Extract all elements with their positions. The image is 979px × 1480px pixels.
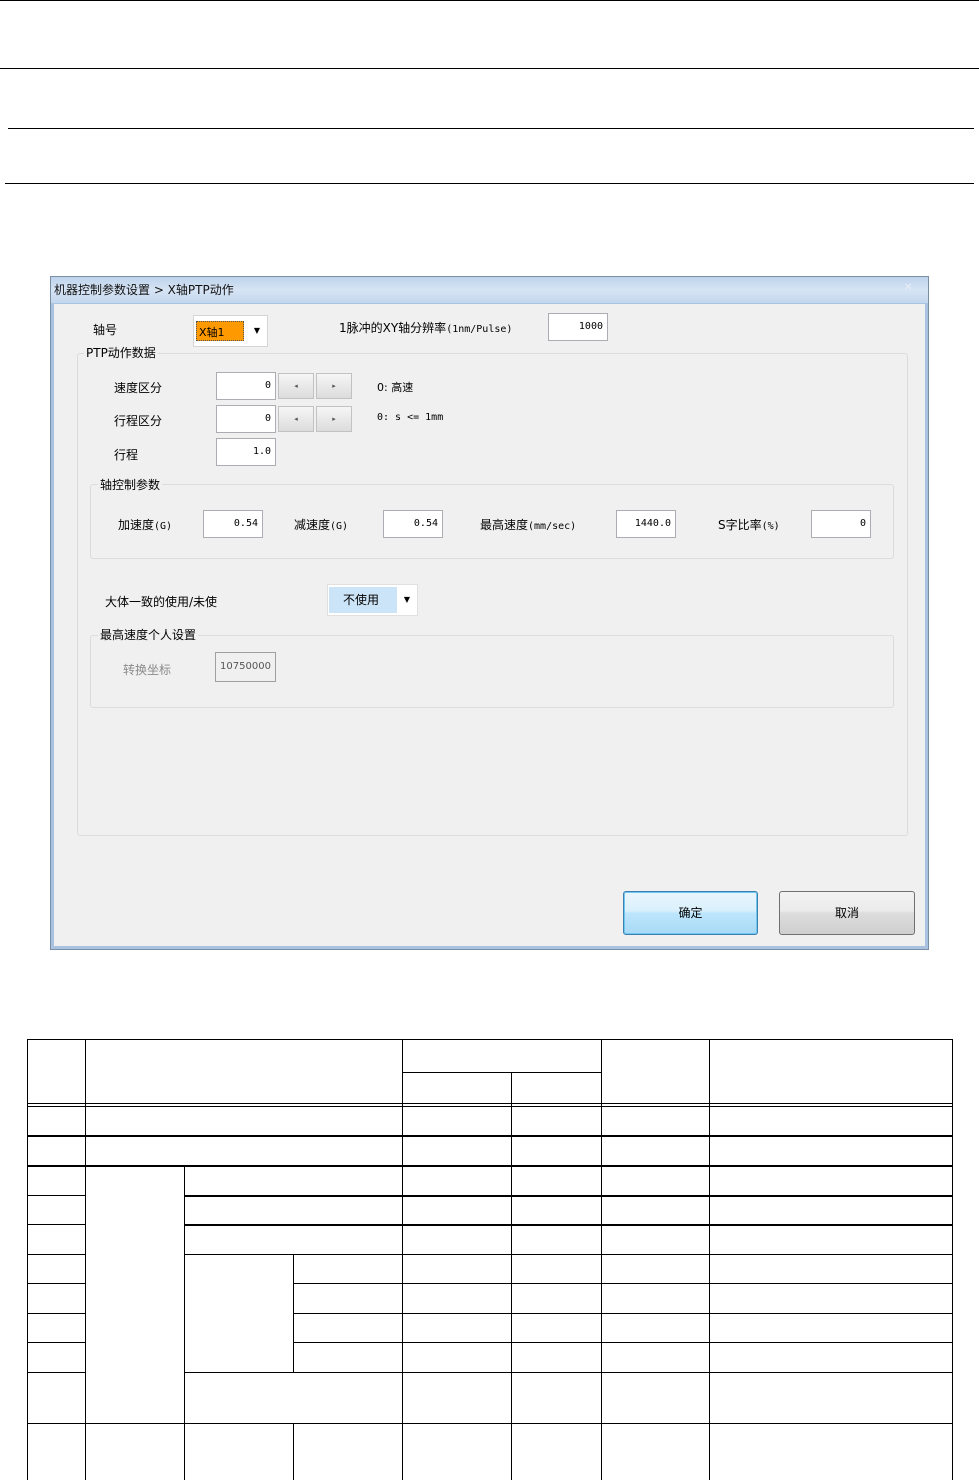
table-row-sep bbox=[293, 1342, 953, 1343]
stroke-class-decrement-button[interactable]: ◂ bbox=[278, 406, 314, 432]
resolution-label-text: 1脉冲的XY轴分辨率 bbox=[339, 321, 447, 335]
speed-class-increment-button[interactable]: ▸ bbox=[316, 373, 352, 399]
table-row-sep bbox=[27, 1254, 85, 1255]
ptp-group-title: PTP动作数据 bbox=[84, 344, 158, 361]
stroke-class-increment-button[interactable]: ▸ bbox=[316, 406, 352, 432]
rule-4 bbox=[5, 183, 974, 184]
table-row-sep bbox=[27, 1195, 85, 1196]
consistency-selected: 不使用 bbox=[329, 587, 397, 613]
speed-class-label: 速度区分 bbox=[114, 381, 163, 395]
table-row-sep bbox=[27, 1165, 953, 1167]
table-row-sep bbox=[184, 1372, 953, 1373]
ptp-settings-dialog: 机器控制参数设置 > X轴PTP动作 ✕ 轴号 X轴1 ▼ 1脉冲的XY轴分辨率… bbox=[50, 276, 929, 950]
cancel-button[interactable]: 取消 bbox=[779, 891, 915, 935]
axis-combo[interactable]: X轴1 ▼ bbox=[193, 315, 268, 347]
max-speed-label-text: 最高速度 bbox=[480, 518, 529, 532]
decel-input[interactable]: 0.54 bbox=[383, 510, 443, 538]
table-row-sep bbox=[184, 1224, 953, 1226]
stroke-class-label: 行程区分 bbox=[114, 414, 163, 428]
table-border-top bbox=[27, 1039, 953, 1040]
table-header-sep bbox=[27, 1106, 953, 1107]
table-header-sep bbox=[27, 1103, 953, 1104]
table-row-sep bbox=[293, 1283, 953, 1284]
max-speed-input[interactable]: 1440.0 bbox=[616, 510, 676, 538]
max-speed-individual-title: 最高速度个人设置 bbox=[98, 626, 199, 643]
stroke-class-note: 0: s <= 1mm bbox=[377, 412, 444, 423]
max-speed-label: 最高速度(mm/sec) bbox=[480, 516, 576, 533]
table-col-sep bbox=[184, 1165, 185, 1480]
table-row-sep bbox=[402, 1072, 602, 1073]
accel-unit: (G) bbox=[154, 521, 173, 532]
stroke-label: 行程 bbox=[114, 448, 139, 462]
close-icon[interactable]: ✕ bbox=[904, 282, 918, 294]
speed-class-note: 0: 高速 bbox=[377, 381, 414, 394]
stroke-input[interactable]: 1.0 bbox=[216, 438, 276, 466]
decel-label-text: 减速度 bbox=[294, 518, 331, 532]
table-col-sep bbox=[511, 1072, 512, 1480]
resolution-input[interactable]: 1000 bbox=[548, 313, 608, 341]
s-ratio-label-text: S字比率 bbox=[718, 518, 762, 532]
axis-control-title: 轴控制参数 bbox=[98, 476, 163, 493]
speed-class-decrement-button[interactable]: ◂ bbox=[278, 373, 314, 399]
dialog-client: 轴号 X轴1 ▼ 1脉冲的XY轴分辨率(1nm/Pulse) 1000 PTP动… bbox=[54, 304, 925, 946]
chevron-down-icon[interactable]: ▼ bbox=[401, 585, 413, 615]
resolution-unit: (1nm/Pulse) bbox=[446, 324, 513, 335]
rule-3 bbox=[8, 128, 974, 129]
max-speed-individual-group bbox=[90, 635, 894, 708]
table-col-sep bbox=[293, 1424, 294, 1480]
axis-label: 轴号 bbox=[93, 323, 118, 337]
table-row-sep bbox=[27, 1313, 85, 1314]
s-ratio-unit: (%) bbox=[761, 521, 780, 532]
consistency-label: 大体一致的使用/未使 bbox=[105, 595, 218, 609]
table-row-sep bbox=[293, 1313, 953, 1314]
table-row-sep bbox=[27, 1135, 953, 1137]
chevron-down-icon[interactable]: ▼ bbox=[251, 316, 263, 346]
accel-input[interactable]: 0.54 bbox=[203, 510, 263, 538]
accel-label: 加速度(G) bbox=[118, 516, 172, 533]
convert-coord-label: 转换坐标 bbox=[123, 663, 172, 677]
stroke-class-input[interactable]: 0 bbox=[216, 405, 276, 433]
table-row-sep bbox=[27, 1342, 85, 1343]
s-ratio-input[interactable]: 0 bbox=[811, 510, 871, 538]
consistency-combo[interactable]: 不使用 ▼ bbox=[327, 584, 418, 616]
convert-coord-input: 10750000 bbox=[215, 652, 276, 682]
dialog-titlebar: 机器控制参数设置 > X轴PTP动作 ✕ bbox=[51, 277, 928, 303]
table-row-sep bbox=[184, 1254, 953, 1255]
table-row-sep bbox=[27, 1283, 85, 1284]
s-ratio-label: S字比率(%) bbox=[718, 516, 780, 533]
speed-class-input[interactable]: 0 bbox=[216, 372, 276, 400]
resolution-label: 1脉冲的XY轴分辨率(1nm/Pulse) bbox=[339, 319, 512, 336]
ok-button[interactable]: 确定 bbox=[623, 891, 758, 935]
table-row-sep bbox=[27, 1372, 85, 1373]
table-row-sep bbox=[27, 1423, 953, 1424]
accel-label-text: 加速度 bbox=[118, 518, 155, 532]
rule-2 bbox=[0, 68, 979, 69]
axis-selected: X轴1 bbox=[196, 321, 244, 341]
dialog-title: 机器控制参数设置 > X轴PTP动作 bbox=[54, 283, 234, 297]
decel-unit: (G) bbox=[330, 521, 349, 532]
table-row-sep bbox=[27, 1224, 85, 1225]
top-rule bbox=[0, 0, 979, 1]
table-row-sep bbox=[184, 1195, 953, 1197]
spec-table bbox=[27, 1039, 953, 1480]
decel-label: 减速度(G) bbox=[294, 516, 348, 533]
max-speed-unit: (mm/sec) bbox=[528, 521, 577, 532]
